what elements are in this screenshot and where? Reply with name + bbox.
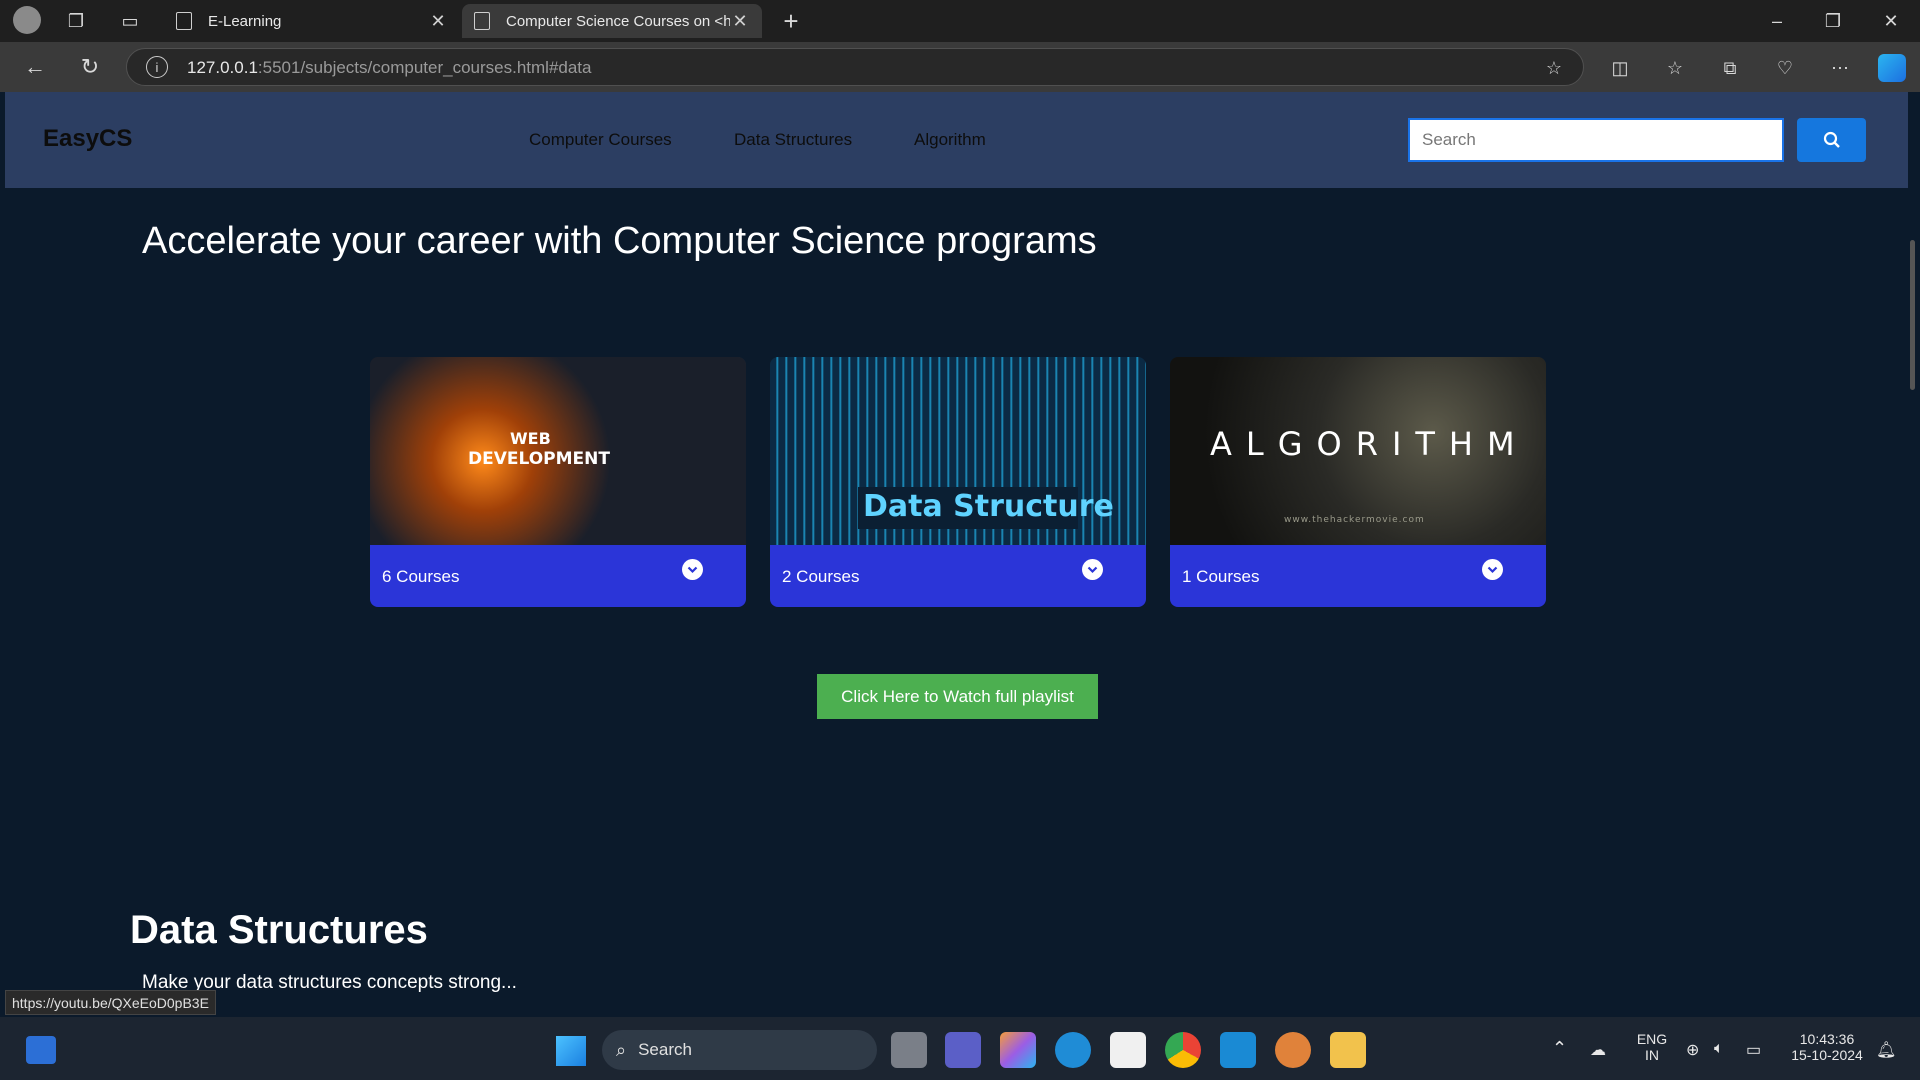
file-explorer-icon[interactable] bbox=[1330, 1032, 1366, 1068]
search-icon: ⌕ bbox=[616, 1039, 627, 1060]
close-window-button[interactable]: ✕ bbox=[1876, 8, 1906, 34]
tab-actions-icon[interactable]: ▭ bbox=[118, 10, 142, 32]
clock[interactable]: 10:43:36 15-10-2024 bbox=[1782, 1031, 1872, 1063]
collections-icon[interactable]: ⧉ bbox=[1715, 54, 1745, 82]
health-icon[interactable]: ♡ bbox=[1770, 54, 1800, 82]
card-footer: 2 Courses bbox=[770, 545, 1146, 607]
favorites-icon[interactable]: ☆ bbox=[1660, 54, 1690, 82]
widgets-icon[interactable] bbox=[26, 1036, 56, 1064]
minimize-button[interactable]: – bbox=[1762, 8, 1792, 34]
close-icon[interactable]: ✕ bbox=[428, 11, 448, 32]
restore-button[interactable]: ❐ bbox=[1818, 8, 1848, 34]
chevron-down-icon[interactable] bbox=[1482, 559, 1503, 580]
back-icon[interactable]: ← bbox=[20, 52, 50, 82]
profile-avatar[interactable] bbox=[13, 6, 41, 34]
data-structure-image: Data Structure bbox=[770, 357, 1146, 545]
notification-bell-icon[interactable]: 🔔︎ bbox=[1876, 1040, 1896, 1060]
nav-link-algorithm[interactable]: Algorithm bbox=[914, 130, 986, 150]
web-development-image: WEB DEVELOPMENT bbox=[370, 357, 746, 545]
bookmark-star-icon[interactable]: ☆ bbox=[1542, 56, 1566, 80]
meet-icon[interactable] bbox=[945, 1032, 981, 1068]
url-path: :5501/subjects/computer_courses.html#dat… bbox=[257, 58, 592, 77]
workspaces-icon[interactable]: ❐ bbox=[64, 10, 88, 32]
web-page: EasyCS Computer Courses Data Structures … bbox=[5, 92, 1908, 1017]
language-indicator[interactable]: ENG IN bbox=[1632, 1031, 1672, 1063]
close-icon[interactable]: ✕ bbox=[730, 11, 750, 32]
nav-link-computer-courses[interactable]: Computer Courses bbox=[529, 130, 672, 150]
watch-playlist-button[interactable]: Click Here to Watch full playlist bbox=[817, 674, 1098, 719]
tab-label: E-Learning bbox=[208, 12, 282, 30]
tab-computer-science-courses[interactable]: Computer Science Courses on <h ✕ bbox=[462, 4, 762, 38]
course-count: 1 Courses bbox=[1182, 567, 1260, 586]
new-tab-button[interactable]: + bbox=[776, 6, 806, 36]
battery-icon[interactable]: ▭ bbox=[1746, 1040, 1761, 1060]
card-footer: 6 Courses bbox=[370, 545, 746, 607]
browser-tab-bar: ❐ ▭ E-Learning ✕ Computer Science Course… bbox=[0, 0, 1920, 42]
image-text: WEB bbox=[510, 429, 551, 448]
search-input[interactable] bbox=[1408, 118, 1784, 162]
site-brand[interactable]: EasyCS bbox=[43, 125, 132, 153]
tab-label: Computer Science Courses on <h bbox=[506, 12, 730, 30]
volume-icon[interactable]: 🔈︎ bbox=[1714, 1040, 1724, 1058]
split-screen-icon[interactable]: ◫ bbox=[1605, 54, 1635, 82]
taskbar-search-label: Search bbox=[638, 1040, 692, 1059]
clock-date: 15-10-2024 bbox=[1791, 1047, 1863, 1063]
search-button[interactable] bbox=[1797, 118, 1866, 162]
image-text: DEVELOPMENT bbox=[468, 449, 610, 469]
page-icon bbox=[176, 12, 192, 30]
network-icon[interactable]: ⊕ bbox=[1686, 1040, 1699, 1060]
store-icon[interactable] bbox=[1110, 1032, 1146, 1068]
more-icon[interactable]: ⋯ bbox=[1825, 54, 1855, 82]
image-text: ALGORITHM bbox=[1210, 425, 1529, 463]
status-link-preview: https://youtu.be/QXeEoD0pB3E bbox=[5, 990, 216, 1015]
course-card-data-structure[interactable]: Data Structure 2 Courses bbox=[770, 357, 1146, 607]
page-scrollbar[interactable] bbox=[1908, 92, 1920, 1017]
edge-icon[interactable] bbox=[1055, 1032, 1091, 1068]
image-text: Data Structure bbox=[863, 489, 1114, 524]
lang-line1: ENG bbox=[1636, 1031, 1668, 1047]
page-icon bbox=[474, 12, 490, 30]
search-icon bbox=[1823, 131, 1840, 148]
site-navbar: EasyCS Computer Courses Data Structures … bbox=[5, 92, 1908, 188]
course-count: 6 Courses bbox=[382, 567, 460, 586]
lang-line2: IN bbox=[1645, 1047, 1659, 1063]
media-player-icon[interactable] bbox=[1275, 1032, 1311, 1068]
start-icon[interactable] bbox=[556, 1036, 586, 1066]
copilot-icon[interactable] bbox=[1878, 54, 1906, 82]
page-headline: Accelerate your career with Computer Sci… bbox=[142, 220, 1097, 262]
course-count: 2 Courses bbox=[782, 567, 860, 586]
show-hidden-icons[interactable]: ⌃ bbox=[1552, 1038, 1567, 1059]
taskbar-search[interactable]: ⌕ Search bbox=[602, 1030, 877, 1070]
chevron-down-icon[interactable] bbox=[682, 559, 703, 580]
site-info-icon[interactable]: i bbox=[146, 56, 168, 78]
scrollbar-thumb[interactable] bbox=[1910, 240, 1915, 390]
clock-time: 10:43:36 bbox=[1799, 1031, 1855, 1047]
course-card-web-development[interactable]: WEB DEVELOPMENT 6 Courses bbox=[370, 357, 746, 607]
url-text[interactable]: 127.0.0.1:5501/subjects/computer_courses… bbox=[187, 58, 591, 78]
refresh-icon[interactable]: ↻ bbox=[75, 52, 105, 82]
tab-e-learning[interactable]: E-Learning ✕ bbox=[164, 4, 460, 38]
image-watermark: www.thehackermovie.com bbox=[1284, 515, 1425, 525]
course-card-algorithm[interactable]: ALGORITHM www.thehackermovie.com 1 Cours… bbox=[1170, 357, 1546, 607]
vscode-icon[interactable] bbox=[1220, 1032, 1256, 1068]
card-footer: 1 Courses bbox=[1170, 545, 1546, 607]
task-view-icon[interactable] bbox=[891, 1032, 927, 1068]
algorithm-image: ALGORITHM www.thehackermovie.com bbox=[1170, 357, 1546, 545]
url-host: 127.0.0.1 bbox=[187, 58, 258, 77]
onedrive-icon[interactable]: ☁ bbox=[1590, 1040, 1606, 1060]
section-title: Data Structures bbox=[130, 908, 428, 952]
chrome-icon[interactable] bbox=[1165, 1032, 1201, 1068]
copilot-app-icon[interactable] bbox=[1000, 1032, 1036, 1068]
nav-link-data-structures[interactable]: Data Structures bbox=[734, 130, 852, 150]
chevron-down-icon[interactable] bbox=[1082, 559, 1103, 580]
